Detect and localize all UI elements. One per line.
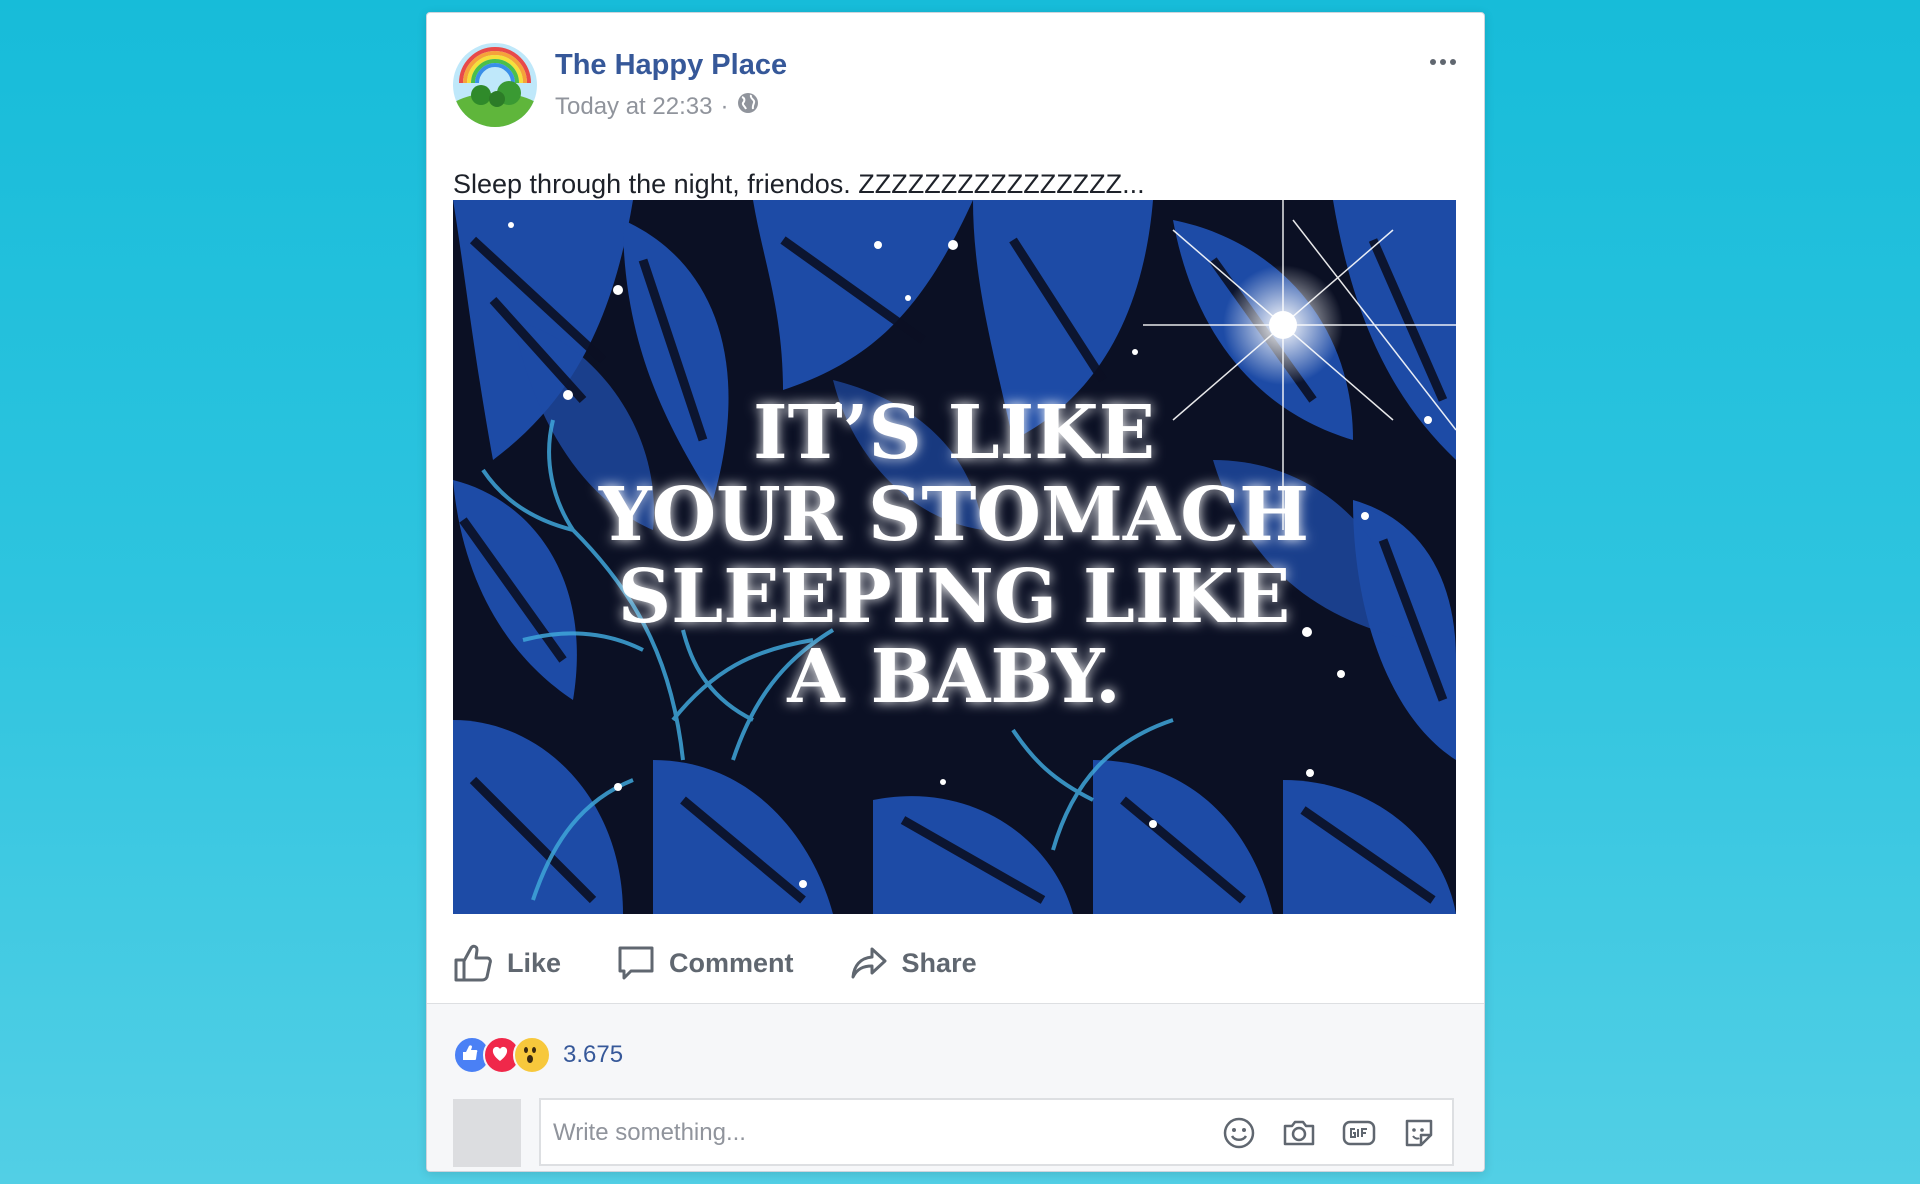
emoji-icon[interactable]: [1222, 1116, 1256, 1150]
share-label: Share: [901, 947, 977, 978]
comment-label: Comment: [669, 947, 794, 978]
like-label: Like: [507, 947, 562, 978]
camera-icon[interactable]: [1282, 1116, 1316, 1150]
comment-box: [539, 1098, 1454, 1166]
post-image[interactable]: IT’S LIKE YOUR STOMACH SLEEPING LIKE A B…: [453, 200, 1456, 914]
post-actions: Like Comment Share: [453, 933, 1033, 993]
share-button[interactable]: Share: [850, 946, 977, 980]
thumbs-up-icon: [453, 944, 493, 982]
share-icon: [850, 946, 888, 980]
post-footer: 3.675: [427, 1003, 1484, 1171]
image-line-3: SLEEPING LIKE: [618, 554, 1291, 640]
comment-tools: [1222, 1116, 1436, 1150]
commenter-avatar: [453, 1099, 521, 1167]
page-name[interactable]: The Happy Place: [555, 49, 787, 82]
reactions-summary[interactable]: 3.675: [453, 1036, 623, 1074]
like-button[interactable]: Like: [453, 944, 561, 982]
meta-separator: ·: [720, 92, 729, 120]
sticker-icon[interactable]: [1402, 1116, 1436, 1150]
image-line-2: YOUR STOMACH: [598, 472, 1309, 558]
comment-icon: [617, 945, 655, 981]
post-text: Sleep through the night, friendos. ZZZZZ…: [453, 169, 1145, 199]
reaction-count[interactable]: 3.675: [563, 1041, 623, 1069]
comment-button[interactable]: Comment: [617, 945, 794, 981]
globe-icon: [736, 91, 760, 122]
post-meta: Today at 22:33 ·: [555, 91, 760, 122]
gif-icon[interactable]: [1342, 1116, 1376, 1150]
page-avatar[interactable]: [453, 43, 537, 127]
wow-reaction-icon: [513, 1036, 551, 1074]
image-line-4: A BABY.: [786, 634, 1120, 720]
more-options-icon[interactable]: [1428, 55, 1458, 67]
comment-input[interactable]: [551, 1100, 1155, 1166]
image-line-1: IT’S LIKE: [753, 390, 1155, 476]
post-card: The Happy Place Today at 22:33 · Sleep t…: [426, 12, 1485, 1172]
post-timestamp[interactable]: Today at 22:33: [555, 93, 712, 121]
